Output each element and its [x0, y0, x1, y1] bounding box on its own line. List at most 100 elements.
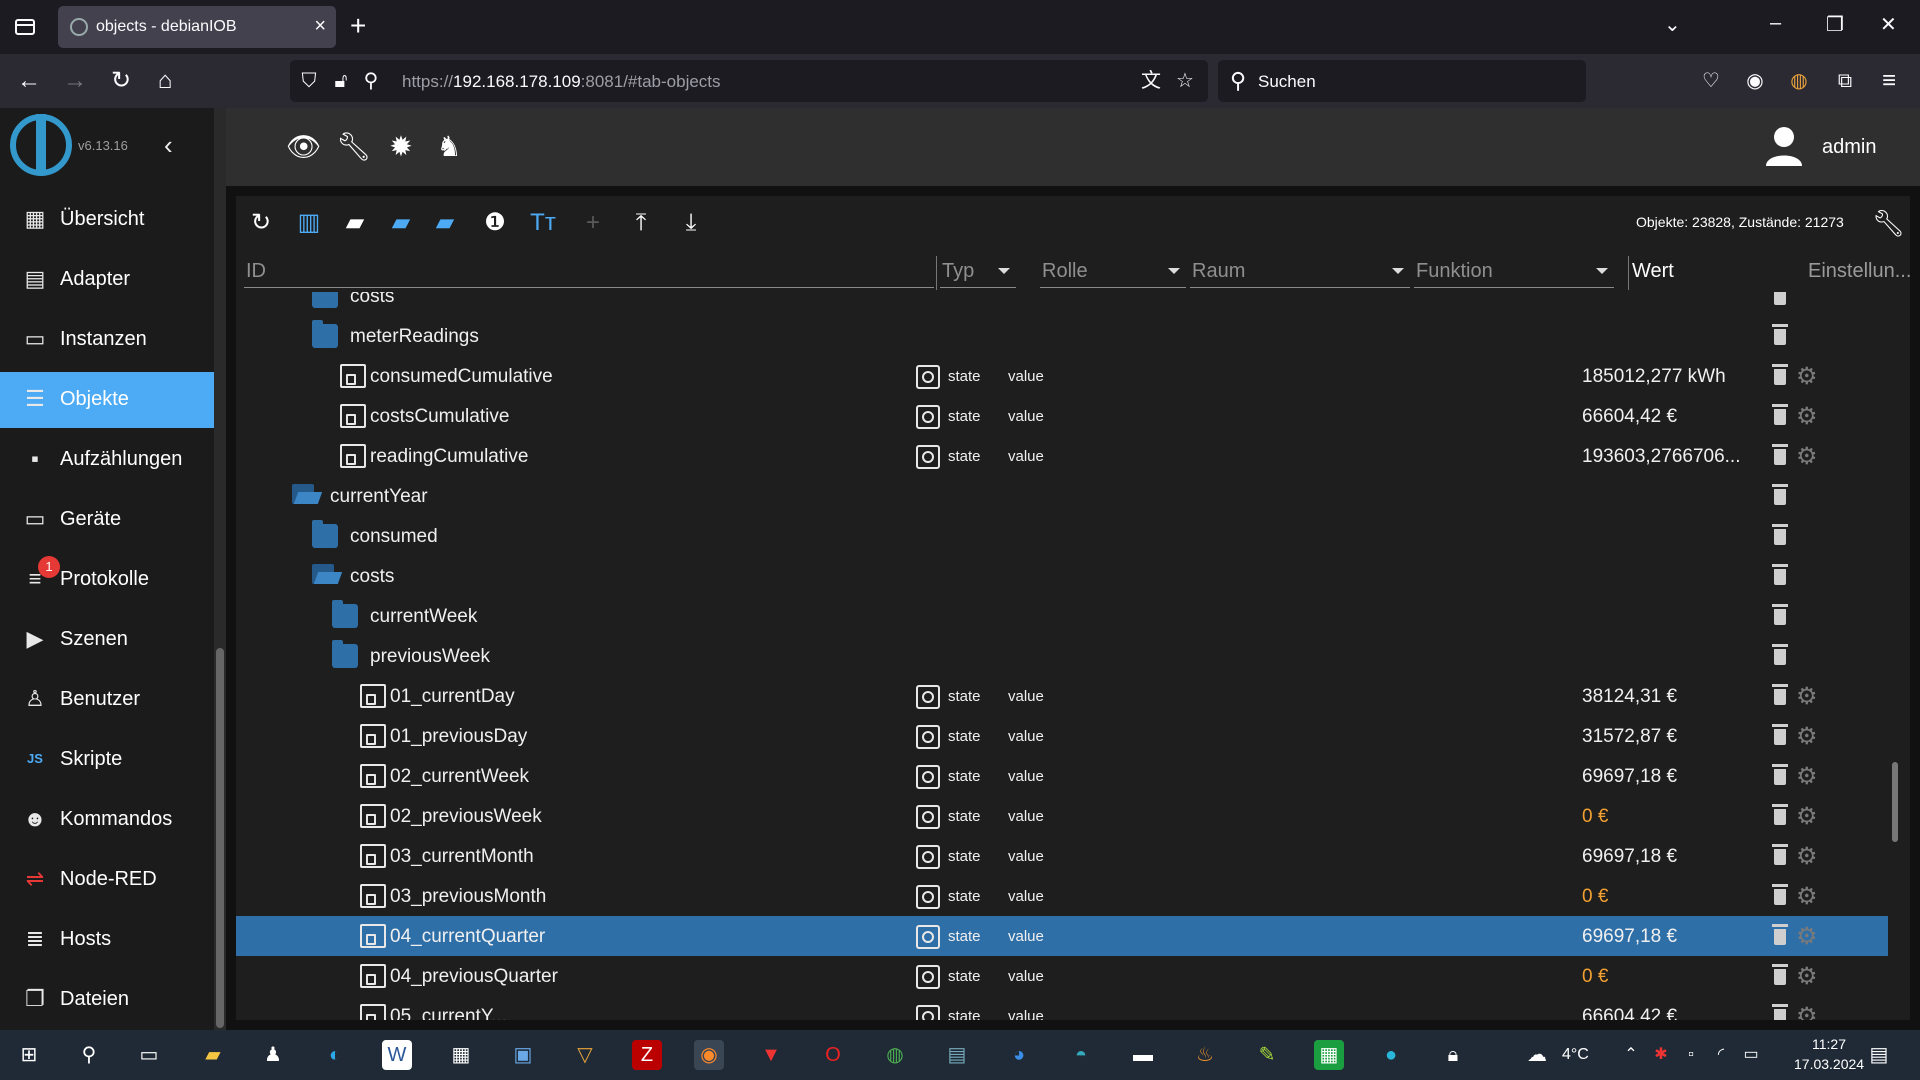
sidebar-item-instanzen[interactable]: ▭ Instanzen	[0, 312, 214, 368]
sidebar-item-protokolle[interactable]: ≡ Protokolle 1	[0, 552, 214, 608]
object-value[interactable]: 66604,42 €	[1582, 1006, 1677, 1020]
app-icon[interactable]: ●	[1376, 1040, 1406, 1070]
weather-temperature[interactable]: 4°C	[1562, 1046, 1589, 1064]
object-id-label[interactable]: 03_previousMonth	[390, 886, 546, 908]
object-value[interactable]: 38124,31 €	[1582, 686, 1677, 708]
app-icon[interactable]: ▤	[942, 1040, 972, 1070]
state-file-icon[interactable]	[360, 964, 386, 988]
download-icon[interactable]: ⤓	[676, 208, 706, 238]
gear-icon[interactable]: ⚙	[1796, 362, 1818, 391]
search-icon[interactable]: ⚲	[74, 1040, 104, 1070]
expand-all-folder-icon[interactable]: ▰	[386, 208, 416, 238]
trash-icon[interactable]	[1772, 764, 1788, 786]
object-id-label[interactable]: currentWeek	[370, 606, 477, 628]
weather-cloud-icon[interactable]: ☁	[1520, 1040, 1554, 1070]
app-icon[interactable]: ◓	[1066, 1040, 1096, 1070]
reload-icon[interactable]: ↻	[106, 66, 136, 96]
tab-overflow-chevron-icon[interactable]: ⌄	[1664, 12, 1681, 37]
menu-hamburger-icon[interactable]: ≡	[1874, 66, 1904, 96]
object-value[interactable]: 0 €	[1582, 806, 1608, 828]
vivaldi-icon[interactable]: ▼	[756, 1040, 786, 1070]
trash-icon[interactable]	[1772, 964, 1788, 986]
trash-icon[interactable]	[1772, 524, 1788, 546]
gear-icon[interactable]: ⚙	[1796, 962, 1818, 991]
trash-icon[interactable]	[1772, 444, 1788, 466]
add-icon[interactable]: +	[578, 208, 608, 238]
objects-scrollbar[interactable]	[1890, 292, 1900, 1020]
translate-icon[interactable]: 文	[1140, 70, 1162, 92]
chrome-icon[interactable]: ◍	[880, 1040, 910, 1070]
sidebar-item-node-red[interactable]: ⇌ Node-RED	[0, 852, 214, 908]
object-id-label[interactable]: 02_currentWeek	[390, 766, 529, 788]
gear-icon[interactable]: ⚙	[1796, 722, 1818, 751]
trash-icon[interactable]	[1772, 484, 1788, 506]
sidebar-item-objekte[interactable]: ☰ Objekte	[0, 372, 214, 428]
sidebar-item-skripte[interactable]: JS Skripte	[0, 732, 214, 788]
text-size-icon[interactable]: Tт	[528, 208, 558, 238]
trash-icon[interactable]	[1772, 844, 1788, 866]
table-row[interactable]: 04_currentQuarter state value 69697,18 € ⚙	[236, 916, 1888, 956]
forward-arrow-icon[interactable]: →	[60, 66, 90, 96]
state-file-icon[interactable]	[360, 684, 386, 708]
gear-icon[interactable]: ⚙	[1796, 762, 1818, 791]
trash-icon[interactable]	[1772, 884, 1788, 906]
tray-app-icon[interactable]: ✱	[1646, 1040, 1676, 1070]
app-icon[interactable]: ▦	[1314, 1040, 1344, 1070]
back-arrow-icon[interactable]: ←	[14, 66, 44, 96]
state-file-icon[interactable]	[360, 764, 386, 788]
gear-icon[interactable]: ⚙	[1796, 802, 1818, 831]
table-row[interactable]: 02_previousWeek state value 0 € ⚙	[236, 796, 1888, 836]
iobroker-logo[interactable]	[10, 114, 72, 176]
firefox-icon[interactable]: ◉	[694, 1040, 724, 1070]
pocket-icon[interactable]: ♡	[1696, 66, 1726, 96]
object-value[interactable]: 69697,18 €	[1582, 846, 1677, 868]
vpn-lock-icon[interactable]: 🔒︎	[1438, 1040, 1468, 1070]
object-id-label[interactable]: readingCumulative	[370, 446, 528, 468]
sidebar-scrollbar[interactable]	[214, 108, 226, 1030]
folder-icon[interactable]	[312, 292, 338, 308]
state-file-icon[interactable]	[340, 364, 366, 388]
folder-icon[interactable]	[332, 600, 358, 628]
object-id-label[interactable]: 02_previousWeek	[390, 806, 542, 828]
trash-icon[interactable]	[1772, 364, 1788, 386]
table-row[interactable]: costs	[236, 556, 1888, 596]
edge-icon[interactable]: ◐	[320, 1040, 350, 1070]
url-text[interactable]: https://192.168.178.109:8081/#tab-object…	[402, 72, 721, 92]
refresh-icon[interactable]: ↻	[246, 208, 276, 238]
table-row[interactable]: 05_currentY... state value 66604,42 € ⚙	[236, 996, 1888, 1020]
state-file-icon[interactable]	[340, 444, 366, 468]
object-id-label[interactable]: 01_previousDay	[390, 726, 527, 748]
account-icon[interactable]: ◉	[1740, 66, 1770, 96]
state-file-icon[interactable]	[360, 1004, 386, 1020]
object-value[interactable]: 31572,87 €	[1582, 726, 1677, 748]
column-separator[interactable]	[1628, 256, 1629, 290]
trash-icon[interactable]	[1772, 724, 1788, 746]
object-id-label[interactable]: consumedCumulative	[370, 366, 553, 388]
app-icon[interactable]: ▽	[570, 1040, 600, 1070]
tray-device-icon[interactable]: ▫	[1676, 1040, 1706, 1070]
gear-icon[interactable]: ⚙	[1796, 882, 1818, 911]
extensions-puzzle-icon[interactable]: ⧉	[1830, 66, 1860, 96]
state-file-icon[interactable]	[360, 924, 386, 948]
trash-icon[interactable]	[1772, 644, 1788, 666]
table-row[interactable]: 01_currentDay state value 38124,31 € ⚙	[236, 676, 1888, 716]
objects-scroll-thumb[interactable]	[1892, 762, 1898, 842]
table-row[interactable]: 02_currentWeek state value 69697,18 € ⚙	[236, 756, 1888, 796]
object-value[interactable]: 0 €	[1582, 886, 1608, 908]
object-id-label[interactable]: 04_previousQuarter	[390, 966, 558, 988]
object-id-label[interactable]: costs	[350, 292, 394, 308]
table-row[interactable]: costs	[236, 292, 1888, 316]
id-filter-input[interactable]: ID	[244, 254, 934, 288]
state-file-icon[interactable]	[360, 884, 386, 908]
folder-open-icon[interactable]	[292, 484, 318, 508]
sidebar-item-kommandos[interactable]: ☻ Kommandos	[0, 792, 214, 848]
user-avatar-icon[interactable]	[1762, 124, 1806, 168]
state-file-icon[interactable]	[360, 844, 386, 868]
table-row[interactable]: 03_previousMonth state value 0 € ⚙	[236, 876, 1888, 916]
table-row[interactable]: 01_previousDay state value 31572,87 € ⚙	[236, 716, 1888, 756]
expand-level-icon[interactable]: ❶	[480, 208, 510, 238]
object-value[interactable]: 66604,42 €	[1582, 406, 1677, 428]
folder-icon[interactable]	[332, 640, 358, 668]
sidebar-scroll-thumb[interactable]	[216, 648, 224, 1028]
sidebar-item--bersicht[interactable]: ▦ Übersicht	[0, 192, 214, 248]
